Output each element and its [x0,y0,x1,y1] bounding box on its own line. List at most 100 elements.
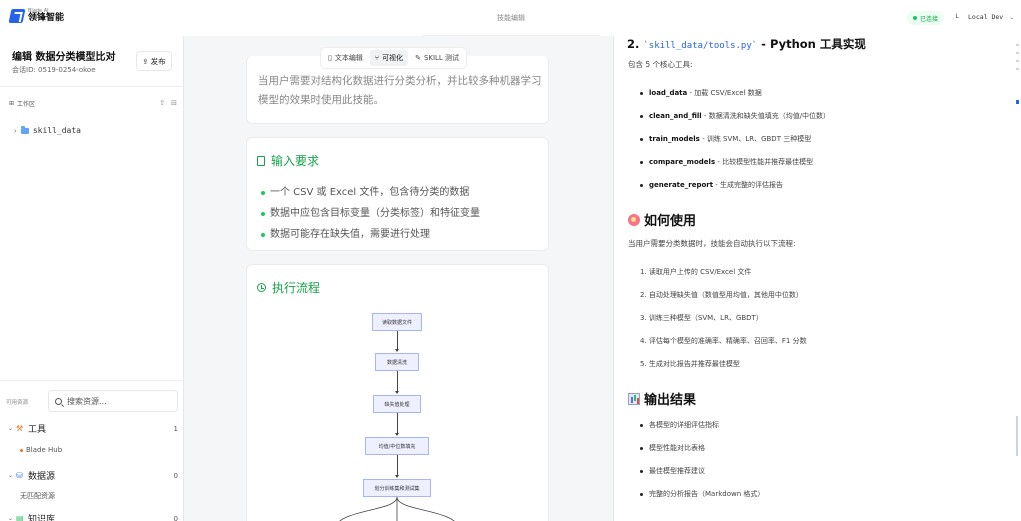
flow-arrow [395,413,399,436]
input-requirements-list: 一个 CSV 或 Excel 文件，包含待分类的数据 数据中应包含目标变量（分类… [261,182,480,245]
env-avatar: L [955,13,959,20]
skill-title: 编辑 数据分类模型比对 [12,52,116,63]
usage-intro: 当用户需要分类数据时，技能会自动执行以下流程: [628,239,796,248]
flow-arrow [395,371,399,394]
search-icon [55,397,62,405]
branch-icon: ⑂ [374,54,380,62]
flow-node[interactable]: 均值/中位数填充 [365,437,429,455]
tools-heading-code: `skill_data/tools.py` [643,41,758,51]
flow-node[interactable]: 读取数据文件 [372,313,422,331]
bullet-icon [640,160,643,164]
workspace-label: 工作区 [17,100,36,108]
chevron-right-icon: › [14,126,17,135]
status-dot-icon [913,16,917,20]
resource-group-knowledge[interactable]: ⌄ ▤ 知识库 0 [8,512,178,521]
book-icon: ▤ [16,514,24,521]
outline-mark[interactable] [1016,68,1019,70]
list-item: 数据中应包含目标变量（分类标签）和特征变量 [261,203,480,224]
bullet-icon [640,423,643,427]
editor-tabs: ▯ 文本编辑 ⑂ 可视化 ✎ SKILL 测试 [321,48,467,68]
bullet-icon [261,190,265,195]
publish-label: 发布 [150,56,166,66]
flow-node[interactable]: 缺失值处理 [373,395,421,413]
list-item: train_models - 训练 SVM、LR、GBDT 三种模型 [640,134,811,144]
divider [0,380,184,381]
wrench-icon: ⚒ [16,424,24,433]
editor-panel: 当用户需要对结构化数据进行分类分析，并比较多种机器学习模型的效果时使用此技能。 … [184,36,613,521]
flow-branches [339,497,455,521]
chevron-down-icon: ⌄ [8,515,14,521]
environment-selector[interactable]: L Local Dev ⌄ [952,12,1014,22]
list-item: 3. 训练三种模型（SVM、LR、GBDT） [640,314,763,322]
markdown-preview: 2. `skill_data/tools.py` - Python 工具实现 包… [613,36,1021,521]
resource-group-tools[interactable]: ⌄ ⚒ 工具 1 [8,422,178,435]
env-name: Local Dev [968,13,1004,21]
page-title: 技能编辑 [422,0,600,36]
tab-visual[interactable]: ⑂ 可视化 [369,50,409,66]
bullet-icon [640,446,643,450]
chevron-down-icon: ⌄ [8,472,14,479]
collapse-panel-icon[interactable]: ⊟ [171,99,177,107]
upload-file-icon[interactable]: ⇧ [159,99,165,107]
flow-node[interactable]: 数据清洗 [375,353,419,371]
group-label: 工具 [28,425,47,435]
list-item: 一个 CSV 或 Excel 文件，包含待分类的数据 [261,182,480,203]
resource-search [48,390,178,412]
empty-resource-message: 无匹配资源 [20,492,55,500]
outline-mark[interactable] [1016,52,1019,54]
outline-scrollbar[interactable] [1016,36,1019,521]
logo-mark-icon [8,9,26,23]
list-item: 1. 读取用户上传的 CSV/Excel 文件 [640,268,752,276]
document-icon [257,155,265,166]
folder-icon [20,125,29,134]
tab-text-edit[interactable]: ▯ 文本编辑 [323,50,368,66]
list-item: generate_report - 生成完整的评估报告 [640,180,783,190]
tab-skill-test[interactable]: ✎ SKILL 测试 [410,50,464,66]
list-item: clean_and_fill - 数据清洗和缺失值填充（均值/中位数） [640,111,830,121]
outline-mark[interactable] [1016,60,1019,62]
bullet-icon [20,448,23,452]
section-title: 输入要求 [271,154,320,168]
workspace-icon: ⊞ [9,99,15,107]
chevron-down-icon: ⌄ [1009,13,1015,21]
output-heading: 输出结果 [628,389,696,408]
divider [0,86,184,87]
outline-mark[interactable] [1016,44,1019,46]
connection-status-text: 已连接 [920,15,939,23]
bullet-icon [640,492,643,496]
bullet-icon [640,183,643,187]
connection-status-badge: 已连接 [907,11,945,25]
scrollbar-thumb[interactable] [1016,416,1018,456]
outline-mark-active[interactable] [1016,100,1019,104]
logo[interactable]: Blade AI 领锋智能 [8,9,64,23]
group-label: 知识库 [28,515,56,521]
tools-heading: 2. `skill_data/tools.py` - Python 工具实现 [627,37,866,51]
bullet-icon [640,137,643,141]
group-count: 0 [173,471,178,480]
bullet-icon [261,232,265,237]
tree-folder-skill-data[interactable]: › skill_data [14,125,81,135]
resource-group-datasources[interactable]: ⌄ ⛁ 数据源 0 [8,469,178,482]
publish-button[interactable]: ⇪ 发布 [136,51,172,71]
flow-arrow [395,331,399,352]
usage-heading: 如何使用 [628,210,696,229]
resource-item-blade-hub[interactable]: Blade Hub [20,446,62,454]
list-item: 各模型的详细评估指标 [640,420,719,430]
top-bar: Blade AI 领锋智能 技能编辑 已连接 L Local Dev ⌄ [0,0,1021,36]
doc-icon: ▯ [328,54,332,62]
group-count: 0 [173,514,178,521]
left-sidebar: 编辑 数据分类模型比对 会话ID: 0519-0254-okoe ⇪ 发布 ⊞ … [0,36,184,521]
chevron-down-icon: ⌄ [8,425,14,432]
list-item: load_data - 加载 CSV/Excel 数据 [640,88,762,98]
list-item: 4. 评估每个模型的准确率、精确率、召回率、F1 分数 [640,337,807,345]
bullet-icon [640,469,643,473]
tools-intro: 包含 5 个核心工具: [628,60,693,69]
resource-search-input[interactable] [67,396,167,406]
flow-node[interactable]: 划分训练集和测试集 [363,479,431,497]
input-requirements-card: 输入要求 一个 CSV 或 Excel 文件，包含待分类的数据 数据中应包含目标… [246,137,549,251]
rocket-icon [628,213,640,226]
bullet-icon [261,211,265,216]
list-item: 数据可能存在缺失值，需要进行处理 [261,224,480,245]
bullet-icon [640,114,643,118]
list-item: compare_models - 比较模型性能并推荐最佳模型 [640,157,813,167]
